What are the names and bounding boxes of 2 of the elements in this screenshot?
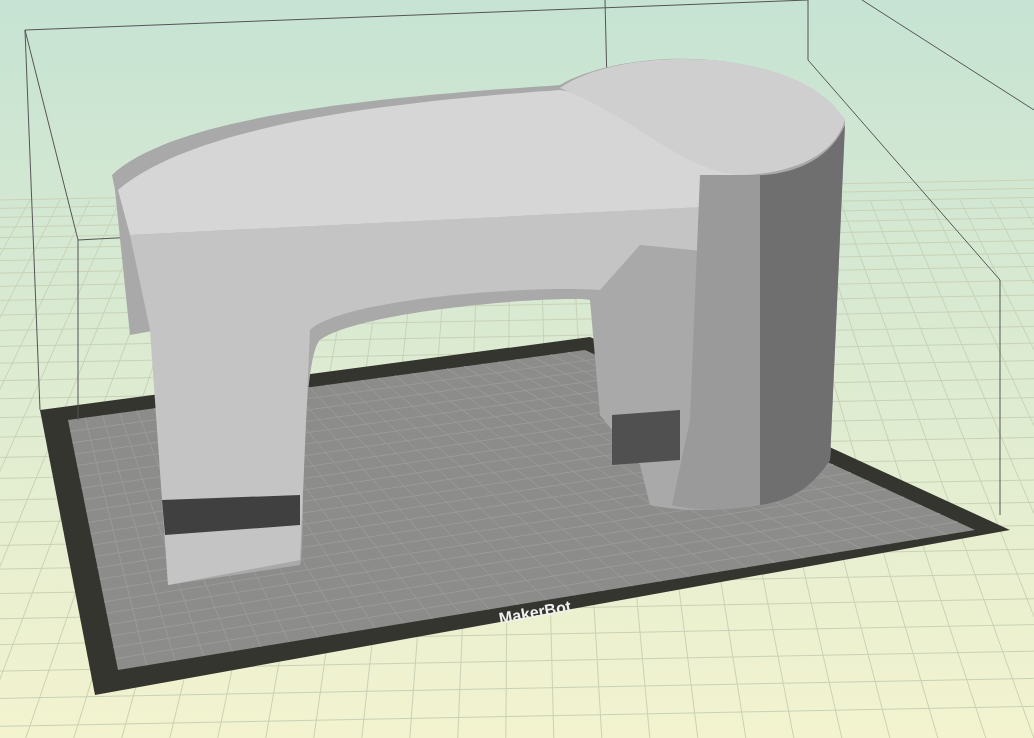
logo-text: MakerBot — [497, 597, 573, 627]
viewport[interactable]: MakerBot — [0, 0, 1034, 738]
